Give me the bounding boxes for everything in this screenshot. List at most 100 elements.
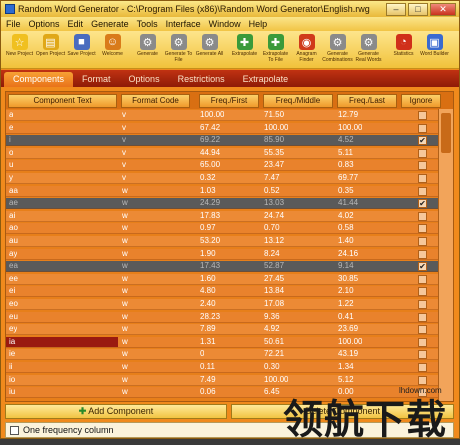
- table-row[interactable]: eu w 28.23 9.36 0.41: [6, 311, 438, 323]
- column-header-ignore[interactable]: Ignore: [401, 94, 441, 108]
- cell-freq-last[interactable]: 43.19: [338, 349, 358, 359]
- cell-format-code[interactable]: v: [122, 135, 126, 145]
- menu-item-tools[interactable]: Tools: [137, 19, 158, 29]
- table-row[interactable]: eo w 2.40 17.08 1.22: [6, 299, 438, 310]
- cell-freq-middle[interactable]: 23.47: [264, 160, 284, 170]
- cell-freq-middle[interactable]: 27.45: [264, 274, 284, 284]
- toolbar-button-generate-to-file[interactable]: ⚙ Generate To File: [163, 31, 194, 69]
- tab-components[interactable]: Components: [4, 72, 74, 87]
- cell-component-text[interactable]: ay: [9, 249, 17, 259]
- cell-format-code[interactable]: v: [122, 173, 126, 183]
- ignore-checkbox[interactable]: [418, 325, 427, 335]
- table-row[interactable]: ei w 4.80 13.84 2.10: [6, 286, 438, 298]
- cell-format-code[interactable]: w: [122, 286, 128, 296]
- cell-component-text[interactable]: ie: [9, 349, 15, 359]
- cell-freq-middle[interactable]: 6.45: [264, 387, 280, 397]
- menu-item-help[interactable]: Help: [249, 19, 268, 29]
- cell-format-code[interactable]: w: [122, 274, 128, 284]
- table-row[interactable]: ia w 1.31 50.61 100.00: [6, 336, 438, 348]
- ignore-checkbox[interactable]: [418, 161, 427, 171]
- cell-freq-first[interactable]: 0.32: [200, 173, 216, 183]
- table-row[interactable]: au w 53.20 13.12 1.40: [6, 236, 438, 247]
- cell-format-code[interactable]: w: [122, 375, 128, 385]
- table-row[interactable]: ao w 0.97 0.70 0.58: [6, 223, 438, 235]
- tab-options[interactable]: Options: [120, 72, 169, 87]
- cell-freq-first[interactable]: 24.29: [200, 198, 220, 208]
- cell-format-code[interactable]: w: [122, 198, 128, 208]
- cell-freq-middle[interactable]: 8.24: [264, 249, 280, 259]
- cell-freq-last[interactable]: 100.00: [338, 123, 362, 133]
- table-row[interactable]: e v 67.42 100.00 100.00: [6, 122, 438, 134]
- toolbar-button-extrapolate-to-file[interactable]: ✚ Extrapolate To File: [260, 31, 291, 69]
- cell-freq-middle[interactable]: 4.92: [264, 324, 280, 334]
- cell-component-text[interactable]: ii: [9, 362, 13, 372]
- cell-freq-middle[interactable]: 0.52: [264, 186, 280, 196]
- toolbar-button-generate[interactable]: ⚙ Generate: [132, 31, 163, 69]
- cell-component-text[interactable]: ee: [9, 274, 18, 284]
- tab-extrapolate[interactable]: Extrapolate: [234, 72, 298, 87]
- ignore-checkbox[interactable]: [418, 274, 427, 284]
- table-row[interactable]: y v 0.32 7.47 69.77: [6, 173, 438, 184]
- cell-freq-first[interactable]: 2.40: [200, 299, 216, 309]
- toolbar-button-word-builder[interactable]: ▣ Word Builder: [419, 31, 450, 69]
- cell-component-text[interactable]: e: [9, 123, 13, 133]
- cell-format-code[interactable]: w: [122, 223, 128, 233]
- cell-format-code[interactable]: w: [122, 249, 128, 259]
- cell-freq-middle[interactable]: 50.61: [264, 337, 284, 347]
- cell-format-code[interactable]: v: [122, 160, 126, 170]
- ignore-checkbox[interactable]: [418, 312, 427, 322]
- ignore-checkbox[interactable]: [418, 174, 427, 183]
- menu-item-options[interactable]: Options: [29, 19, 60, 29]
- cell-freq-first[interactable]: 44.94: [200, 148, 220, 158]
- cell-freq-last[interactable]: 1.22: [338, 299, 354, 309]
- table-row[interactable]: ey w 7.89 4.92 23.69: [6, 324, 438, 336]
- column-header-freq-first[interactable]: Freq./First: [199, 94, 259, 108]
- title-bar[interactable]: Random Word Generator - C:\Program Files…: [1, 1, 459, 17]
- components-grid[interactable]: Component Text Format Code Freq./First Freq…: [5, 91, 454, 402]
- cell-format-code[interactable]: w: [122, 236, 128, 246]
- cell-component-text[interactable]: aa: [9, 186, 18, 196]
- cell-freq-last[interactable]: 2.10: [338, 286, 354, 296]
- column-header-freq-last[interactable]: Freq./Last: [337, 94, 397, 108]
- tab-format[interactable]: Format: [73, 72, 120, 87]
- toolbar-button-generate-all[interactable]: ⚙ Generate All: [194, 31, 225, 69]
- vertical-scrollbar[interactable]: [438, 109, 453, 401]
- cell-freq-last[interactable]: 12.79: [338, 110, 358, 120]
- cell-component-text[interactable]: i: [9, 135, 11, 145]
- cell-freq-first[interactable]: 1.31: [200, 337, 216, 347]
- cell-freq-middle[interactable]: 13.84: [264, 286, 284, 296]
- cell-format-code[interactable]: w: [122, 387, 128, 397]
- cell-component-text[interactable]: iu: [9, 387, 15, 397]
- cell-freq-middle[interactable]: 72.21: [264, 349, 284, 359]
- minimize-button[interactable]: –: [386, 2, 406, 16]
- table-row[interactable]: ii w 0.11 0.30 1.34: [6, 362, 438, 373]
- cell-freq-first[interactable]: 7.49: [200, 375, 216, 385]
- cell-freq-last[interactable]: 1.40: [338, 236, 354, 246]
- ignore-checkbox[interactable]: [418, 300, 427, 309]
- cell-component-text[interactable]: eo: [9, 299, 18, 309]
- cell-freq-last[interactable]: 30.85: [338, 274, 358, 284]
- cell-freq-last[interactable]: 0.35: [338, 186, 354, 196]
- toolbar-button-extrapolate[interactable]: ✚ Extrapolate: [229, 31, 260, 69]
- table-row[interactable]: u v 65.00 23.47 0.83: [6, 160, 438, 172]
- cell-format-code[interactable]: w: [122, 324, 128, 334]
- cell-freq-last[interactable]: 4.02: [338, 211, 354, 221]
- cell-freq-first[interactable]: 7.89: [200, 324, 216, 334]
- column-header-freq-middle[interactable]: Freq./Middle: [263, 94, 333, 108]
- close-button[interactable]: ✕: [430, 2, 456, 16]
- cell-freq-last[interactable]: 1.34: [338, 362, 354, 372]
- table-row[interactable]: i v 69.22 85.90 4.52 ✔: [6, 135, 438, 147]
- cell-component-text[interactable]: ea: [9, 261, 18, 271]
- cell-component-text[interactable]: ai: [9, 211, 15, 221]
- cell-freq-first[interactable]: 53.20: [200, 236, 220, 246]
- cell-freq-middle[interactable]: 17.08: [264, 299, 284, 309]
- ignore-checkbox[interactable]: ✔: [418, 199, 427, 209]
- cell-component-text[interactable]: eu: [9, 312, 18, 322]
- cell-component-text[interactable]: o: [9, 148, 13, 158]
- scrollbar-thumb[interactable]: [441, 113, 451, 153]
- table-row[interactable]: o v 44.94 55.35 5.11: [6, 147, 438, 159]
- toolbar-button-generate-combinations[interactable]: ⚙ Generate Combinations: [322, 31, 353, 69]
- cell-freq-first[interactable]: 0.06: [200, 387, 216, 397]
- cell-freq-last[interactable]: 0.83: [338, 160, 354, 170]
- cell-format-code[interactable]: w: [122, 349, 128, 359]
